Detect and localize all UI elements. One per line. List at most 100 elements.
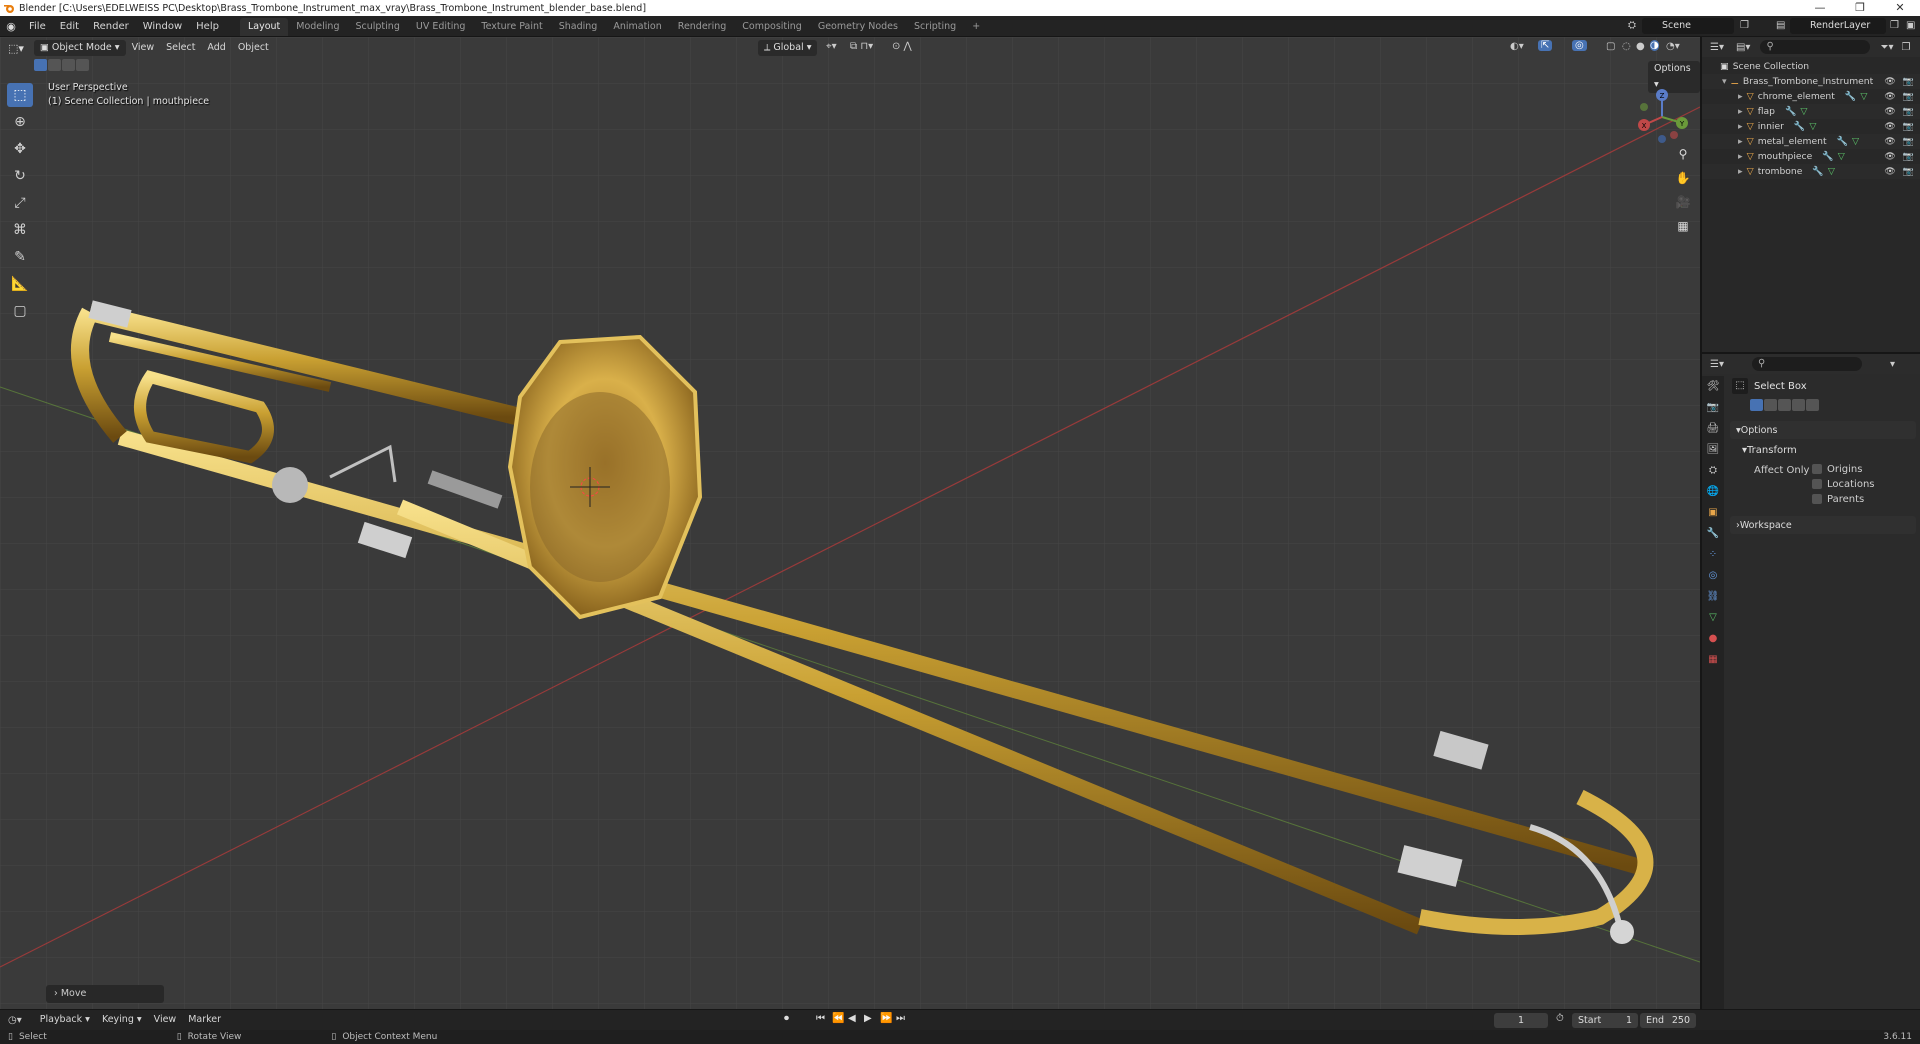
current-frame-field[interactable]: 1 — [1494, 1013, 1548, 1028]
select-invert-icon[interactable] — [1792, 399, 1805, 411]
camera-icon[interactable]: 📷 — [1903, 107, 1914, 117]
particles-tab-icon[interactable]: ⁘ — [1702, 544, 1724, 565]
tab-shading[interactable]: Shading — [551, 18, 606, 36]
eye-icon[interactable]: 👁 — [1884, 152, 1895, 162]
eye-icon[interactable]: 👁 — [1884, 167, 1895, 177]
visibility-icon[interactable]: ◐▾ — [1510, 41, 1524, 52]
last-operation-panel[interactable]: › Move — [46, 985, 164, 1003]
new-collection-icon[interactable]: ❐ — [1901, 42, 1910, 53]
eye-icon[interactable]: 👁 — [1884, 92, 1895, 102]
record-icon[interactable]: ⏺ — [784, 1013, 789, 1024]
menu-marker[interactable]: Marker — [182, 1011, 227, 1029]
tab-scripting[interactable]: Scripting — [906, 18, 964, 36]
expand-right-icon[interactable]: ▸ — [1738, 166, 1743, 177]
add-cube-tool-icon[interactable]: ▢ — [7, 299, 33, 323]
tree-row-collection[interactable]: ▾ ⚊ Brass_Trombone_Instrument 👁 📷 — [1702, 74, 1920, 89]
select-extend-icon[interactable] — [1764, 399, 1777, 411]
camera-icon[interactable]: 📷 — [1903, 122, 1914, 132]
tab-layout[interactable]: Layout — [239, 18, 289, 36]
tree-row-scene-collection[interactable]: ▣ Scene Collection — [1702, 59, 1920, 74]
filter-icon[interactable]: ⏷▾ — [1880, 42, 1893, 53]
options-panel-header[interactable]: ▾ Options — [1730, 421, 1916, 439]
blender-menu-icon[interactable]: ◉ — [0, 20, 22, 33]
outliner-search[interactable]: ⚲ — [1760, 40, 1871, 54]
tree-row-object[interactable]: ▸ ▽ innier 🔧 ▽ 👁 📷 — [1702, 119, 1920, 134]
menu-keying[interactable]: Keying ▾ — [96, 1011, 148, 1029]
tab-rendering[interactable]: Rendering — [670, 18, 735, 36]
render-layer-selector[interactable]: RenderLayer — [1790, 18, 1886, 34]
jump-end-icon[interactable]: ⏭ — [896, 1013, 905, 1024]
tool-tab-icon[interactable]: 🛠 — [1702, 376, 1724, 397]
camera-icon[interactable]: 📷 — [1903, 137, 1914, 147]
tab-sculpting[interactable]: Sculpting — [347, 18, 407, 36]
zoom-icon[interactable]: ⚲ — [1672, 143, 1694, 165]
ortho-grid-icon[interactable]: ▦ — [1672, 215, 1694, 237]
tab-geometry-nodes[interactable]: Geometry Nodes — [810, 18, 906, 36]
modifier-tab-icon[interactable]: 🔧 — [1702, 523, 1724, 544]
workspace-panel-header[interactable]: › Workspace — [1730, 516, 1916, 534]
menu-render[interactable]: Render — [86, 16, 136, 37]
object-tab-icon[interactable]: ▣ — [1702, 502, 1724, 523]
expand-right-icon[interactable]: ▸ — [1738, 151, 1743, 162]
select-invert-icon[interactable] — [76, 59, 89, 71]
menu-help[interactable]: Help — [189, 16, 226, 37]
move-tool-icon[interactable]: ✥ — [7, 137, 33, 161]
pan-hand-icon[interactable]: ✋ — [1672, 167, 1694, 189]
menu-edit[interactable]: Edit — [53, 16, 86, 37]
maximize-button[interactable]: ❐ — [1840, 0, 1880, 16]
world-tab-icon[interactable]: 🌐 — [1702, 481, 1724, 502]
expand-right-icon[interactable]: ▸ — [1738, 136, 1743, 147]
properties-search[interactable]: ⚲ — [1751, 357, 1862, 371]
pivot-icon[interactable]: ⌖▾ — [826, 41, 837, 52]
select-subtract-icon[interactable] — [62, 59, 75, 71]
tree-row-object[interactable]: ▸ ▽ trombone 🔧 ▽ 👁 📷 — [1702, 164, 1920, 179]
expand-right-icon[interactable]: ▸ — [1738, 91, 1743, 102]
scene-selector[interactable]: Scene — [1642, 18, 1734, 34]
navigation-gizmo[interactable]: Z Y X — [1630, 85, 1694, 149]
xray-icon[interactable]: ▢ — [1606, 41, 1615, 52]
transform-subpanel-header[interactable]: ▾ Transform — [1726, 441, 1920, 459]
transform-tool-icon[interactable]: ⌘ — [7, 218, 33, 242]
select-new-icon[interactable] — [34, 59, 47, 71]
menu-add[interactable]: Add — [201, 39, 231, 57]
expand-right-icon[interactable]: ▸ — [1738, 106, 1743, 117]
new-layer-icon[interactable]: ❐ — [1890, 20, 1899, 31]
shading-rendered-icon[interactable]: ◔▾ — [1666, 41, 1680, 52]
camera-icon[interactable]: 📷 — [1903, 152, 1914, 162]
play-icon[interactable]: ▶ — [864, 1013, 872, 1024]
tab-texture-paint[interactable]: Texture Paint — [473, 18, 550, 36]
measure-tool-icon[interactable]: 📐 — [7, 272, 33, 296]
select-subtract-icon[interactable] — [1778, 399, 1791, 411]
camera-icon[interactable]: 📷 — [1903, 92, 1914, 102]
tree-row-object[interactable]: ▸ ▽ chrome_element 🔧 ▽ 👁 📷 — [1702, 89, 1920, 104]
annotate-tool-icon[interactable]: ✎ — [7, 245, 33, 269]
material-tab-icon[interactable]: ● — [1702, 628, 1724, 649]
menu-file[interactable]: File — [22, 16, 53, 37]
start-frame-field[interactable]: Start 1 — [1572, 1013, 1638, 1028]
menu-select[interactable]: Select — [160, 39, 201, 57]
editor-type-icon[interactable]: ⬚▾ — [8, 42, 24, 55]
view-layer-tab-icon[interactable]: 🖼 — [1702, 439, 1724, 460]
properties-editor-icon[interactable]: ☰▾ — [1710, 359, 1724, 370]
select-new-icon[interactable] — [1750, 399, 1763, 411]
render-tab-icon[interactable]: 📷 — [1702, 397, 1724, 418]
shading-wireframe-icon[interactable]: ◌ — [1622, 41, 1631, 52]
select-mode-buttons[interactable] — [34, 59, 89, 71]
tree-row-object[interactable]: ▸ ▽ metal_element 🔧 ▽ 👁 📷 — [1702, 134, 1920, 149]
shading-solid-icon[interactable]: ● — [1636, 41, 1645, 52]
overlays-icon[interactable]: ◎ — [1572, 40, 1587, 51]
add-workspace-button[interactable]: + — [964, 18, 988, 36]
camera-view-icon[interactable]: 🎥 — [1672, 191, 1694, 213]
camera-icon[interactable]: 📷 — [1903, 167, 1914, 177]
jump-start-icon[interactable]: ⏮ — [816, 1013, 825, 1024]
eye-icon[interactable]: 👁 — [1884, 122, 1895, 132]
gizmo-toggle-icon[interactable]: ⇱ — [1538, 40, 1553, 51]
play-reverse-icon[interactable]: ◀ — [848, 1013, 856, 1024]
parents-checkbox[interactable]: Parents — [1812, 494, 1864, 505]
3d-viewport[interactable]: ⬚▾ ▣ Object Mode ▾ View Select Add Objec… — [0, 37, 1700, 1009]
select-extend-icon[interactable] — [48, 59, 61, 71]
remove-layer-icon[interactable]: ▣ — [1906, 20, 1915, 31]
select-intersect-icon[interactable] — [1806, 399, 1819, 411]
origins-checkbox[interactable]: Origins — [1812, 464, 1862, 475]
tab-modeling[interactable]: Modeling — [288, 18, 347, 36]
